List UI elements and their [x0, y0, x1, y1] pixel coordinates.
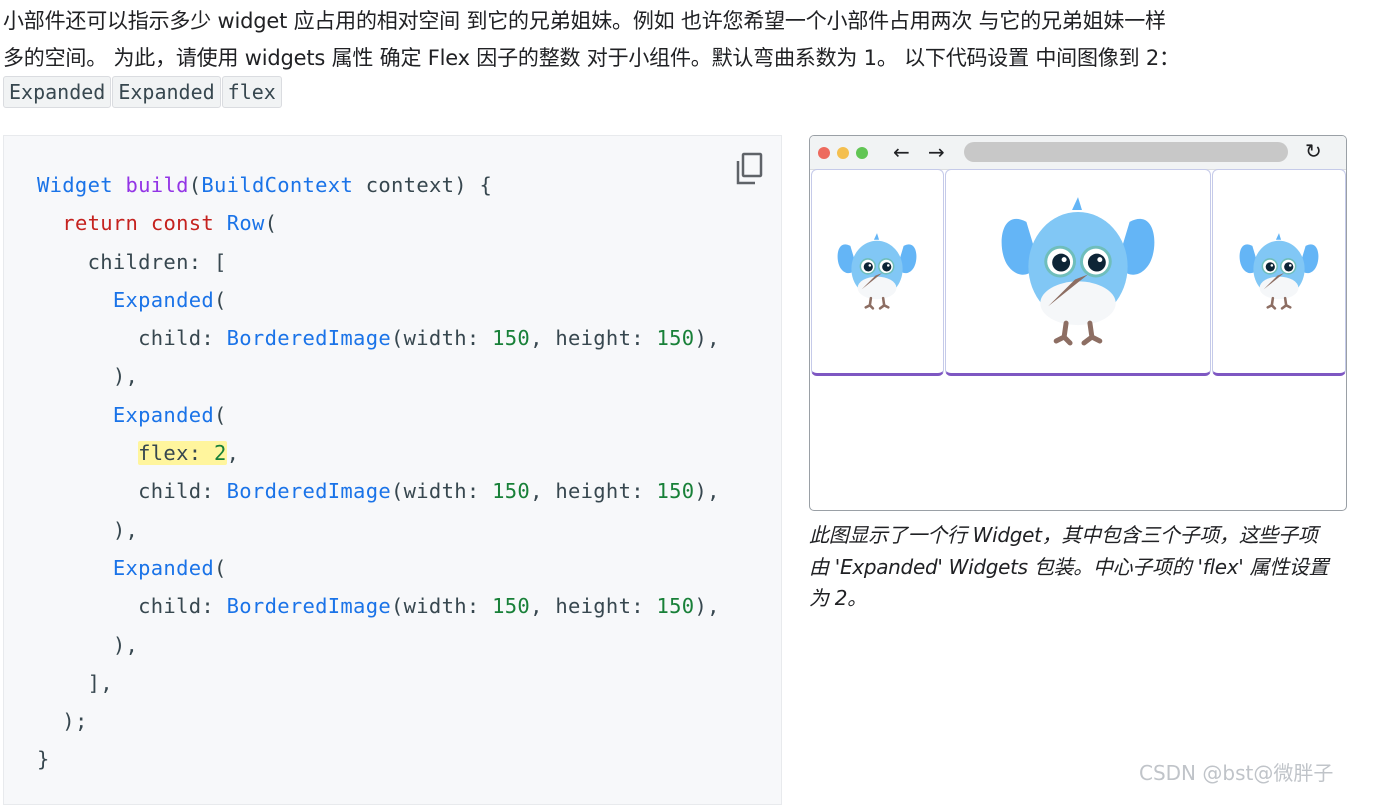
code-listing: Widget build(BuildContext context) { ret…	[37, 173, 720, 772]
copy-icon[interactable]	[734, 152, 764, 186]
caption-line-3: 为 2。	[809, 586, 867, 610]
figure-caption: 此图显示了一个行 Widget，其中包含三个子项，这些子项 由 'Expande…	[809, 520, 1354, 615]
intro-paragraph: 小部件还可以指示多少 widget 应占用的相对空间 到它的兄弟姐妹。例如 也许…	[3, 3, 1381, 77]
caption-line-2: 由 'Expanded' Widgets 包装。中心子项的 'flex' 属性设…	[809, 554, 1329, 579]
close-dot-icon[interactable]	[818, 147, 830, 159]
reload-icon[interactable]: ↻	[1305, 139, 1322, 163]
caption-line-1: 此图显示了一个行 Widget，其中包含三个子项，这些子项	[809, 523, 1318, 547]
image-panel-center	[945, 169, 1211, 376]
bird-image-center	[946, 170, 1210, 373]
forward-arrow-icon[interactable]: →	[928, 140, 945, 164]
image-panel-right	[1212, 169, 1346, 376]
intro-line-1: 小部件还可以指示多少 widget 应占用的相对空间 到它的兄弟姐妹。例如 也许…	[3, 9, 1166, 33]
maximize-dot-icon[interactable]	[856, 147, 868, 159]
address-bar[interactable]	[964, 142, 1288, 162]
chip-expanded-1: Expanded	[3, 76, 112, 108]
bird-image-right	[1238, 231, 1320, 310]
flex-highlight: flex: 2	[138, 441, 227, 466]
minimize-dot-icon[interactable]	[837, 147, 849, 159]
back-arrow-icon[interactable]: ←	[893, 140, 910, 164]
code-chips: Expanded Expanded flex	[3, 76, 283, 108]
browser-mockup: ← → ↻	[809, 135, 1347, 511]
intro-line-2: 多的空间。 为此，请使用 widgets 属性 确定 Flex 因子的整数 对于…	[3, 46, 1180, 70]
bird-image-left	[836, 231, 918, 310]
image-panel-left	[811, 169, 944, 376]
chip-expanded-2: Expanded	[112, 76, 221, 108]
watermark: CSDN @bst@微胖子	[1139, 761, 1334, 785]
browser-toolbar: ← → ↻	[810, 136, 1346, 170]
chip-flex: flex	[221, 76, 282, 108]
